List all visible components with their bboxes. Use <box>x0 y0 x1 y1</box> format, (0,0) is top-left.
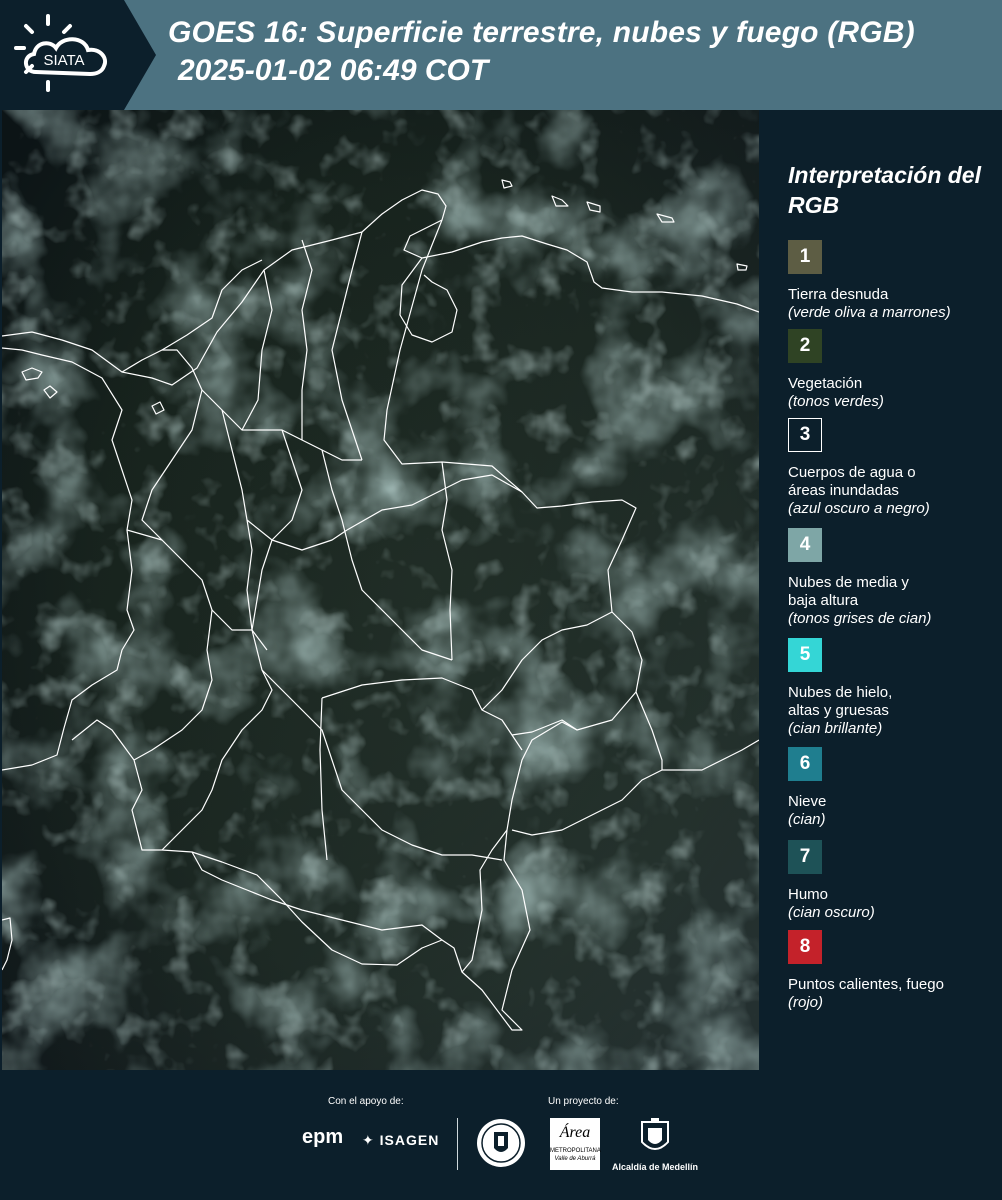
legend-sub: (rojo) <box>788 994 824 1011</box>
satellite-map <box>2 110 759 1070</box>
legend-sub: (cian) <box>788 811 826 828</box>
legend-item: 7 Humo (cian oscuro) <box>788 840 998 930</box>
area-logo-sub: METROPOLITANA <box>550 1148 601 1154</box>
legend: Interpretación del RGB 1 Tierra desnuda … <box>788 160 998 1020</box>
legend-swatch: 2 <box>788 329 822 363</box>
epm-logo: epm <box>302 1126 344 1148</box>
legend-sub: (tonos verdes) <box>788 393 884 410</box>
footer-divider <box>457 1118 458 1170</box>
page-title: GOES 16: Superficie terrestre, nubes y f… <box>168 16 915 49</box>
footer: Con el apoyo de: Un proyecto de: epm ✦ I… <box>0 1070 1002 1200</box>
legend-item: 5 Nubes de hielo, altas y gruesas (cian … <box>788 638 998 747</box>
legend-label: Humo <box>788 886 829 903</box>
legend-sub: (azul oscuro a negro) <box>788 500 930 517</box>
legend-item: 4 Nubes de media y baja altura (tonos gr… <box>788 528 998 638</box>
legend-sub: (tonos grises de cian) <box>788 610 932 627</box>
legend-swatch: 4 <box>788 528 822 562</box>
legend-swatch: 8 <box>788 930 822 964</box>
legend-item: 6 Nieve (cian) <box>788 747 998 840</box>
isagen-logo: ✦ ISAGEN <box>362 1132 439 1149</box>
legend-item: 1 Tierra desnuda (verde oliva a marrones… <box>788 240 998 329</box>
gobernacion-seal-icon <box>477 1119 525 1167</box>
satellite-map-image <box>2 110 759 1070</box>
legend-swatch: 6 <box>788 747 822 781</box>
medellin-crest-icon <box>641 1118 669 1150</box>
legend-swatch: 3 <box>788 418 822 452</box>
legend-label: Nieve <box>788 793 827 810</box>
legend-item: 8 Puntos calientes, fuego (rojo) <box>788 930 998 1020</box>
medellin-text: Alcaldía de Medellín <box>612 1162 699 1172</box>
support-label: Con el apoyo de: <box>328 1096 404 1107</box>
header: SIATA GOES 16: Superficie terrestre, nub… <box>0 0 1002 110</box>
legend-label: Tierra desnuda <box>788 286 889 303</box>
legend-swatch: 7 <box>788 840 822 874</box>
legend-swatch: 1 <box>788 240 822 274</box>
logo-text: SIATA <box>43 52 84 69</box>
isagen-text: ISAGEN <box>379 1132 440 1148</box>
isagen-icon: ✦ <box>362 1132 375 1148</box>
legend-item: 2 Vegetación (tonos verdes) <box>788 329 998 418</box>
area-logo-name: Área <box>559 1124 591 1141</box>
timestamp: 2025-01-02 06:49 COT <box>178 54 489 87</box>
legend-sub: (cian brillante) <box>788 720 883 737</box>
legend-swatch: 5 <box>788 638 822 672</box>
legend-label: Puntos calientes, fuego <box>788 976 944 993</box>
area-logo-sub2: Valle de Aburrá <box>554 1156 596 1162</box>
legend-label: Nubes de hielo, altas y gruesas <box>788 684 893 719</box>
area-metropolitana-logo: Área METROPOLITANA Valle de Aburrá <box>550 1118 601 1170</box>
legend-sub: (verde oliva a marrones) <box>788 304 951 321</box>
legend-sub: (cian oscuro) <box>788 904 875 921</box>
legend-title: Interpretación del RGB <box>788 162 981 218</box>
legend-label: Cuerpos de agua o áreas inundadas <box>788 464 916 499</box>
siata-logo-icon: SIATA <box>14 14 107 92</box>
legend-item: 3 Cuerpos de agua o áreas inundadas (azu… <box>788 418 998 528</box>
project-label: Un proyecto de: <box>548 1096 619 1107</box>
legend-label: Vegetación <box>788 375 863 392</box>
legend-label: Nubes de media y baja altura <box>788 574 909 609</box>
